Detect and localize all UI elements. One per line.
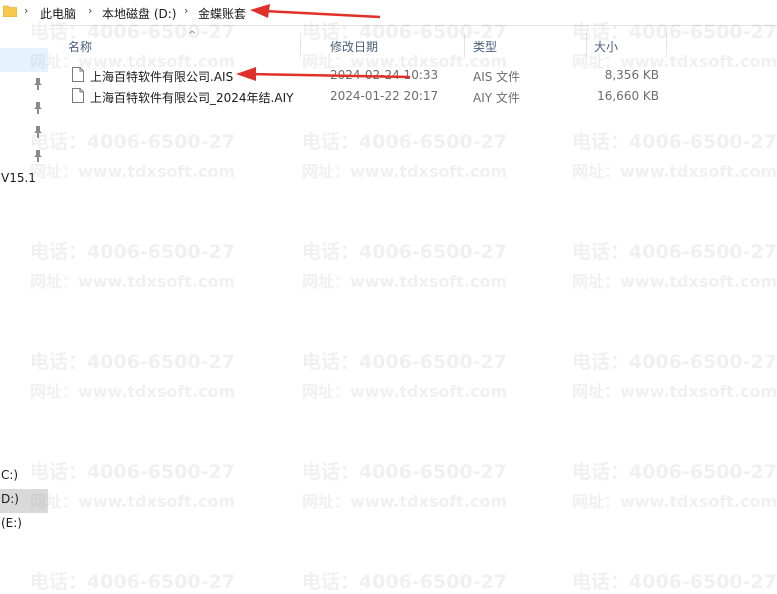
chevron-right-icon: › <box>24 4 29 17</box>
watermark-phone: 电话：4006-6500-27 <box>302 131 507 153</box>
column-divider[interactable] <box>586 33 587 57</box>
file-type: AIY 文件 <box>473 91 520 105</box>
watermark-phone: 电话：4006-6500-27 <box>302 241 507 263</box>
pin-icon[interactable] <box>33 126 43 138</box>
watermark-phone: 电话：4006-6500-27 <box>572 241 777 263</box>
sort-ascending-icon: ^ <box>188 30 197 41</box>
watermark-website: 网址：www.tdxsoft.com <box>302 162 508 181</box>
file-name: 上海百特软件有限公司.AIS <box>90 70 234 84</box>
watermark-website: 网址：www.tdxsoft.com <box>302 382 508 401</box>
column-divider[interactable] <box>300 33 301 57</box>
column-divider[interactable] <box>464 33 465 57</box>
nav-item-version[interactable]: V15.1 <box>1 171 36 185</box>
watermark-phone: 电话：4006-6500-27 <box>30 131 235 153</box>
breadcrumb-current-folder[interactable]: 金蝶账套 <box>198 5 246 22</box>
watermark-phone: 电话：4006-6500-27 <box>572 351 777 373</box>
watermark-website: 网址：www.tdxsoft.com <box>30 272 236 291</box>
column-divider[interactable] <box>666 33 667 57</box>
watermark-website: 网址：www.tdxsoft.com <box>572 382 777 401</box>
file-row[interactable]: 上海百特软件有限公司.AIS 2024-02-24 10:33 AIS 文件 8… <box>62 65 777 86</box>
file-type: AIS 文件 <box>473 70 521 84</box>
column-header-name[interactable]: 名称 <box>68 38 92 55</box>
nav-item-drive-e[interactable]: (E:) <box>1 516 22 530</box>
watermark-phone: 电话：4006-6500-27 <box>572 461 777 483</box>
file-row[interactable]: 上海百特软件有限公司_2024年结.AIY 2024-01-22 20:17 A… <box>62 86 777 107</box>
column-header-size[interactable]: 大小 <box>594 38 618 55</box>
watermark-phone: 电话：4006-6500-27 <box>30 351 235 373</box>
address-bar[interactable]: › 此电脑 › 本地磁盘 (D:) › 金蝶账套 <box>0 0 777 26</box>
breadcrumb-local-disk-d[interactable]: 本地磁盘 (D:) <box>102 5 176 22</box>
watermark-website: 网址：www.tdxsoft.com <box>302 272 508 291</box>
watermark-phone: 电话：4006-6500-27 <box>572 131 777 153</box>
watermark-phone: 电话：4006-6500-27 <box>30 241 235 263</box>
watermark-website: 网址：www.tdxsoft.com <box>302 492 508 511</box>
watermark-website: 网址：www.tdxsoft.com <box>30 162 236 181</box>
watermark-phone: 电话：4006-6500-27 <box>302 351 507 373</box>
file-date: 2024-02-24 10:33 <box>330 68 439 82</box>
column-header-type[interactable]: 类型 <box>473 38 497 55</box>
pin-icon[interactable] <box>33 78 43 90</box>
watermark-website: 网址：www.tdxsoft.com <box>30 382 236 401</box>
watermark-website: 网址：www.tdxsoft.com <box>572 492 777 511</box>
file-name: 上海百特软件有限公司_2024年结.AIY <box>90 91 294 105</box>
nav-item-drive-d[interactable]: D:) <box>1 492 19 506</box>
file-size: 8,356 KB <box>604 68 659 82</box>
watermark-website: 网址：www.tdxsoft.com <box>30 492 236 511</box>
file-icon <box>72 88 84 103</box>
chevron-right-icon[interactable]: › <box>184 4 188 17</box>
chevron-right-icon[interactable]: › <box>88 4 92 17</box>
column-header-date[interactable]: 修改日期 <box>330 38 378 55</box>
breadcrumb-this-pc[interactable]: 此电脑 <box>40 5 76 22</box>
file-icon <box>72 67 84 82</box>
nav-item-drive-c[interactable]: C:) <box>1 468 18 482</box>
file-size: 16,660 KB <box>597 89 659 103</box>
watermark-website: 网址：www.tdxsoft.com <box>572 272 777 291</box>
nav-item-selected[interactable] <box>0 48 48 72</box>
folder-icon <box>3 5 17 17</box>
column-header-row: ^ 名称 修改日期 类型 大小 <box>60 30 777 57</box>
file-date: 2024-01-22 20:17 <box>330 89 439 103</box>
pin-icon[interactable] <box>33 150 43 162</box>
watermark-website: 网址：www.tdxsoft.com <box>572 162 777 181</box>
watermark-phone: 电话：4006-6500-27 <box>30 461 235 483</box>
watermark-phone: 电话：4006-6500-27 <box>302 461 507 483</box>
navigation-pane: V15.1 C:) D:) (E:) <box>0 25 50 590</box>
pin-icon[interactable] <box>33 102 43 114</box>
